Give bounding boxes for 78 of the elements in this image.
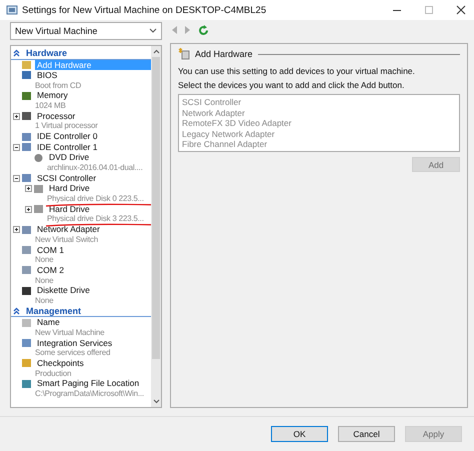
dialog-button[interactable]: Cancel xyxy=(338,426,395,442)
device-icon xyxy=(21,265,32,276)
tree-item[interactable]: IDE Controller 1 xyxy=(35,142,100,152)
device-icon xyxy=(33,152,44,163)
item-detail: 1 Virtual processor xyxy=(35,121,98,130)
window-title: Settings for New Virtual Machine on DESKTOP-C4MBL25 xyxy=(22,4,268,16)
tree-item[interactable]: BIOS xyxy=(35,70,60,81)
device-icon xyxy=(33,184,44,194)
device-option[interactable]: Network Adapter xyxy=(182,108,456,118)
device-icon xyxy=(21,358,32,368)
item-detail: Physical drive Disk 0 223.5... xyxy=(47,194,144,204)
tree-item[interactable]: Smart Paging File Location xyxy=(35,378,142,390)
collapse-icon[interactable] xyxy=(12,144,20,151)
item-detail: Some services offered xyxy=(35,348,110,358)
tree-item[interactable]: Integration Services xyxy=(35,338,114,348)
tree-item[interactable]: Hard Drive xyxy=(47,204,92,214)
expand-icon[interactable] xyxy=(24,206,32,213)
expand-icon[interactable] xyxy=(12,112,20,120)
device-icon xyxy=(21,132,32,142)
item-detail: New Virtual Machine xyxy=(35,328,104,337)
scroll-up-icon[interactable] xyxy=(152,49,160,54)
device-icon xyxy=(21,70,32,80)
tree-item[interactable]: Checkpoints xyxy=(35,358,86,369)
item-detail: None xyxy=(35,296,54,305)
device-option[interactable]: Fibre Channel Adapter xyxy=(182,139,456,150)
device-icon xyxy=(21,378,32,389)
device-option[interactable]: RemoteFX 3D Video Adapter xyxy=(182,118,456,128)
tree-item[interactable]: Diskette Drive xyxy=(35,285,92,296)
expand-icon[interactable] xyxy=(24,185,32,192)
device-icon xyxy=(21,338,32,348)
tree-item[interactable]: DVD Drive xyxy=(47,152,92,164)
collapse-icon[interactable] xyxy=(13,307,20,316)
item-detail: None xyxy=(35,276,54,285)
instruction-text: You can use this setting to add devices to your virtual machine. xyxy=(178,66,416,76)
device-icon xyxy=(21,90,32,101)
vm-selector[interactable]: New Virtual Machine xyxy=(10,22,162,40)
section-title: Hardware xyxy=(26,48,68,58)
device-icon xyxy=(21,142,32,152)
device-option[interactable]: SCSI Controller xyxy=(182,97,456,108)
device-icon xyxy=(21,318,32,328)
instruction-text: Select the devices you want to add and click the Add button. xyxy=(178,80,406,90)
device-icon xyxy=(21,173,32,184)
scroll-down-icon[interactable] xyxy=(152,399,160,404)
item-detail: 1024 MB xyxy=(35,101,66,110)
item-detail: archlinux-2016.04.01-dual.... xyxy=(47,163,143,172)
tree-item[interactable]: Name xyxy=(35,317,62,328)
tree-item[interactable]: SCSI Controller xyxy=(35,172,98,184)
device-icon xyxy=(21,60,32,70)
tree-item[interactable]: Hard Drive xyxy=(47,183,92,194)
tree-item[interactable]: COM 2 xyxy=(35,265,66,276)
collapse-icon[interactable] xyxy=(13,49,20,58)
section-title: Management xyxy=(26,306,82,316)
collapse-icon[interactable] xyxy=(12,174,20,182)
device-icon xyxy=(21,286,32,296)
expand-icon[interactable] xyxy=(12,226,20,234)
tree-item[interactable]: Network Adapter xyxy=(35,224,102,235)
panel-heading: Add Hardware xyxy=(195,49,253,59)
item-detail: Production xyxy=(35,368,72,378)
tree-item[interactable]: COM 1 xyxy=(35,244,66,256)
tree-item[interactable]: Memory xyxy=(35,90,70,102)
scrollbar[interactable] xyxy=(151,46,161,407)
item-detail: Boot from CD xyxy=(35,80,82,90)
dialog-button[interactable]: OK xyxy=(271,426,328,442)
app-icon xyxy=(6,4,18,16)
tree-item[interactable]: Processor xyxy=(35,110,78,122)
item-detail: None xyxy=(35,255,54,264)
item-detail: C:\ProgramData\Microsoft\Win... xyxy=(35,389,144,398)
device-option[interactable]: Legacy Network Adapter xyxy=(182,128,456,139)
device-icon xyxy=(21,224,32,235)
item-detail: Physical drive Disk 3 223.5... xyxy=(47,214,144,224)
add-hardware-icon xyxy=(178,48,190,60)
device-icon xyxy=(33,204,44,214)
refresh-icon[interactable] xyxy=(198,24,209,36)
close-icon[interactable] xyxy=(456,5,466,15)
tree-item[interactable]: IDE Controller 0 xyxy=(35,131,100,142)
device-icon xyxy=(21,111,32,122)
item-detail: New Virtual Switch xyxy=(35,234,98,244)
device-icon xyxy=(21,244,32,255)
